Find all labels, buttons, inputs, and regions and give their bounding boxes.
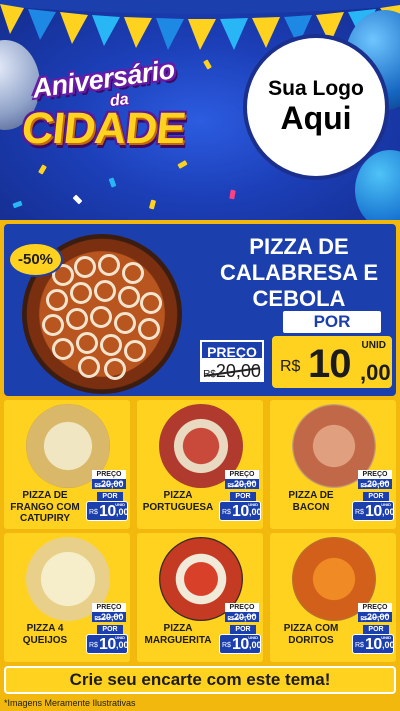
old-price: R$20,00 (92, 479, 126, 489)
featured-offer[interactable]: -50% PIZZA DE CALABRESA E CEBOLA POR PRE… (4, 224, 396, 396)
confetti-decoration (72, 194, 83, 205)
logo-text-line2: Aqui (280, 100, 352, 137)
por-label: POR (97, 625, 123, 634)
featured-product-name: PIZZA DE CALABRESA E CEBOLA (219, 234, 379, 311)
price-integer: 10 (308, 342, 351, 386)
product-card[interactable]: PIZZA COM DORITOS PREÇO R$20,00 POR UNID… (270, 533, 396, 662)
por-label: POR (363, 625, 389, 634)
preco-label: PREÇO (358, 470, 392, 479)
product-card[interactable]: PIZZA DE FRANGO COM CATUPIRY PREÇO R$20,… (4, 400, 130, 529)
unit-label: UNID (361, 340, 386, 351)
confetti-decoration (108, 177, 117, 188)
new-price: UNID R$ 10,00 (352, 634, 395, 654)
preco-label: PREÇO (200, 340, 264, 360)
por-label: POR (230, 625, 256, 634)
preco-label: PREÇO (358, 603, 392, 612)
old-price: R$20,00 (92, 612, 126, 622)
create-flyer-button[interactable]: Crie seu encarte com este tema! (4, 666, 396, 694)
product-card[interactable]: PIZZA MARGUERITA PREÇO R$20,00 POR UNID R… (137, 533, 263, 662)
offers-area: -50% PIZZA DE CALABRESA E CEBOLA POR PRE… (0, 220, 400, 711)
preco-label: PREÇO (92, 470, 126, 479)
header-banner: Aniversário da CIDADE Sua Logo Aqui (0, 0, 400, 220)
product-name: PIZZA PORTUGUESA (142, 490, 214, 513)
new-price: UNID R$ 10,00 (86, 634, 129, 654)
event-title: Aniversário da CIDADE (18, 54, 233, 158)
old-price-box: PREÇO R$20,00 (200, 340, 270, 382)
old-price: R$20,00 (225, 612, 259, 622)
price-decimal: ,00 (360, 360, 391, 385)
preco-label: PREÇO (225, 603, 259, 612)
confetti-decoration (12, 200, 23, 209)
preco-label: PREÇO (92, 603, 126, 612)
product-card[interactable]: PIZZA 4 QUEIJOS PREÇO R$20,00 POR UNID R$… (4, 533, 130, 662)
new-price: UNID R$ 10 ,00 (270, 334, 394, 390)
new-price: UNID R$ 10,00 (352, 501, 395, 521)
confetti-decoration (229, 189, 236, 200)
product-name: PIZZA COM DORITOS (283, 623, 339, 646)
product-card[interactable]: PIZZA PORTUGUESA PREÇO R$20,00 POR UNID R… (137, 400, 263, 529)
product-card[interactable]: PIZZA DE BACON PREÇO R$20,00 POR UNID R$ 1… (270, 400, 396, 529)
old-price: R$20,00 (225, 479, 259, 489)
new-price: UNID R$ 10,00 (86, 501, 129, 521)
product-name: PIZZA MARGUERITA (144, 623, 212, 646)
discount-badge: -50% (8, 242, 63, 277)
logo-placeholder[interactable]: Sua Logo Aqui (243, 34, 389, 180)
logo-text-line1: Sua Logo (268, 77, 364, 101)
por-label: POR (97, 492, 123, 501)
confetti-decoration (177, 160, 188, 169)
currency: R$ (280, 358, 301, 375)
confetti-decoration (148, 199, 157, 210)
confetti-decoration (38, 164, 47, 175)
old-price: R$20,00 (358, 612, 392, 622)
new-price: UNID R$ 10,00 (219, 501, 262, 521)
product-name: PIZZA 4 QUEIJOS (22, 623, 68, 646)
product-name: PIZZA DE FRANGO COM CATUPIRY (10, 490, 80, 524)
disclaimer-text: *Imagens Meramente Ilustrativas (4, 698, 136, 708)
preco-label: PREÇO (225, 470, 259, 479)
old-price: R$20,00 (200, 360, 264, 382)
old-price: R$20,00 (358, 479, 392, 489)
new-price: UNID R$ 10,00 (219, 634, 262, 654)
title-aniversario: Aniversário (30, 54, 177, 104)
title-cidade: CIDADE (19, 104, 188, 153)
product-name: PIZZA DE BACON (288, 490, 334, 513)
por-label: POR (363, 492, 389, 501)
por-label: POR (283, 311, 381, 333)
por-label: POR (230, 492, 256, 501)
